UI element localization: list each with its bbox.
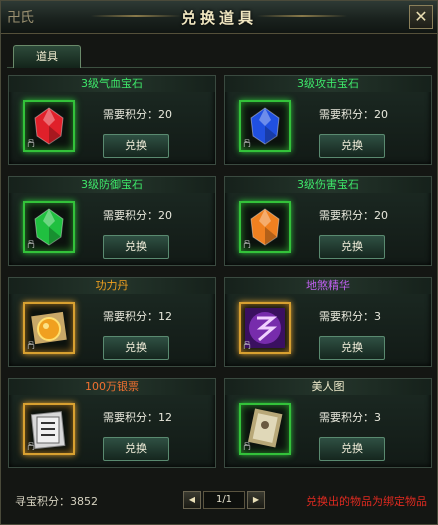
item-name: 100万银票 — [9, 379, 215, 395]
bind-mark: 冎 — [27, 341, 35, 350]
item-name: 地煞精华 — [225, 278, 431, 294]
page-indicator: 1/1 — [203, 491, 245, 509]
item-slot[interactable]: 冎 — [23, 403, 75, 455]
exchange-button[interactable]: 兑换 — [103, 235, 169, 259]
window-title: 兑换道具 — [180, 9, 257, 27]
item-cost: 需要积分：3 — [319, 411, 381, 424]
item-name: 3级气血宝石 — [9, 76, 215, 92]
item-name: 3级伤害宝石 — [225, 177, 431, 193]
exchange-button[interactable]: 兑换 — [103, 437, 169, 461]
prev-page-button[interactable]: ◀ — [183, 491, 201, 509]
item-slot[interactable]: 冎 — [239, 201, 291, 253]
exchange-button[interactable]: 兑换 — [319, 235, 385, 259]
exchange-window: 卍氏 兑换道具 ✕ 道具 3级气血宝石冎需要积分：20 兑换 3级攻击宝石冎需要积分… — [0, 0, 438, 525]
item-cost: 需要积分：12 — [103, 411, 172, 424]
footer: 寻宝积分：3852 ◀ 1/1 ▶ 兑换出的物品为绑定物品 — [1, 487, 437, 513]
item-card: 3级防御宝石冎 需要积分：20 兑换 — [8, 176, 216, 266]
close-button[interactable]: ✕ — [409, 5, 433, 29]
item-slot[interactable]: 冎 — [239, 100, 291, 152]
exchange-button[interactable]: 兑换 — [103, 336, 169, 360]
exchange-button[interactable]: 兑换 — [319, 336, 385, 360]
exchange-button[interactable]: 兑换 — [103, 134, 169, 158]
item-cost: 需要积分：20 — [103, 209, 172, 222]
item-card: 功力丹冎 需要积分：12 兑换 — [8, 277, 216, 367]
bind-mark: 冎 — [27, 139, 35, 148]
bind-notice: 兑换出的物品为绑定物品 — [306, 495, 427, 508]
bind-mark: 冎 — [243, 139, 251, 148]
bind-mark: 冎 — [243, 442, 251, 451]
item-slot[interactable]: 冎 — [23, 302, 75, 354]
treasure-score: 寻宝积分：3852 — [15, 495, 98, 508]
item-slot[interactable]: 冎 — [239, 403, 291, 455]
item-card: 美人图冎 需要积分：3 兑换 — [224, 378, 432, 468]
bind-mark: 冎 — [27, 240, 35, 249]
tab-items[interactable]: 道具 — [13, 45, 81, 68]
item-card: 3级攻击宝石冎 需要积分：20 兑换 — [224, 75, 432, 165]
item-slot[interactable]: 冎 — [23, 100, 75, 152]
item-name: 功力丹 — [9, 278, 215, 294]
item-name: 3级防御宝石 — [9, 177, 215, 193]
bind-mark: 冎 — [243, 341, 251, 350]
item-card: 3级气血宝石冎 需要积分：20 兑换 — [8, 75, 216, 165]
item-name: 美人图 — [225, 379, 431, 395]
item-cost: 需要积分：20 — [103, 108, 172, 121]
item-card: 地煞精华冎 需要积分：3 兑换 — [224, 277, 432, 367]
item-card: 100万银票冎 需要积分：12 兑换 — [8, 378, 216, 468]
item-card: 3级伤害宝石冎 需要积分：20 兑换 — [224, 176, 432, 266]
bind-mark: 冎 — [243, 240, 251, 249]
tab-bar: 道具 — [7, 45, 431, 68]
bind-mark: 冎 — [27, 442, 35, 451]
item-cost: 需要积分：20 — [319, 108, 388, 121]
item-cost: 需要积分：12 — [103, 310, 172, 323]
exchange-button[interactable]: 兑换 — [319, 437, 385, 461]
item-slot[interactable]: 冎 — [23, 201, 75, 253]
item-cost: 需要积分：20 — [319, 209, 388, 222]
item-slot[interactable]: 冎 — [239, 302, 291, 354]
title-bar[interactable]: 卍氏 兑换道具 ✕ — [1, 1, 437, 34]
next-page-button[interactable]: ▶ — [247, 491, 265, 509]
exchange-button[interactable]: 兑换 — [319, 134, 385, 158]
item-cost: 需要积分：3 — [319, 310, 381, 323]
item-name: 3级攻击宝石 — [225, 76, 431, 92]
